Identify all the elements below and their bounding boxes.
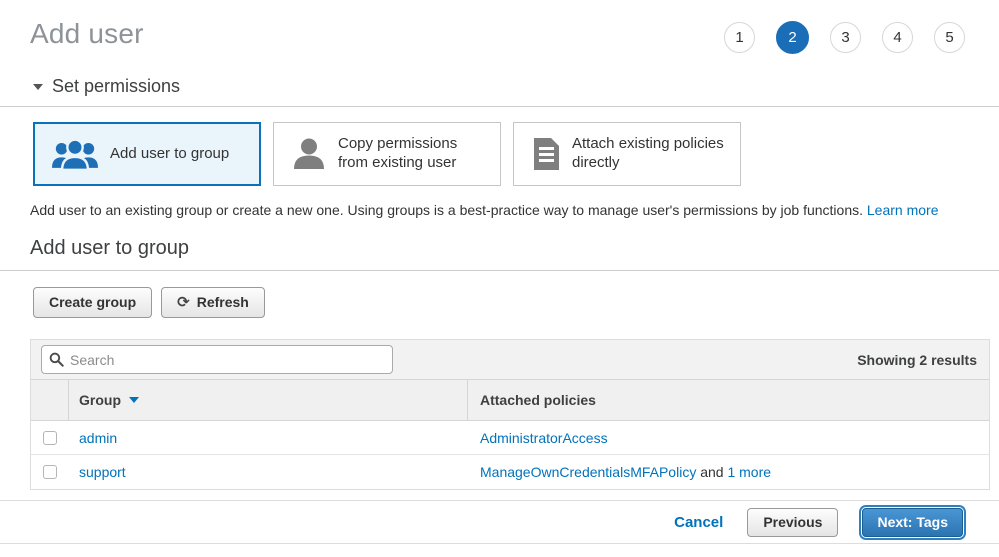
description-text: Add user to an existing group or create … [30, 202, 867, 218]
policies-column-header: Attached policies [468, 380, 989, 420]
policies-cell: ManageOwnCredentialsMFAPolicy and 1 more [468, 464, 989, 480]
search-box [41, 345, 393, 374]
policy-and-text: and [696, 464, 727, 480]
add-user-wizard: Add user 1 2 3 4 5 Set permissions [0, 0, 999, 544]
group-link[interactable]: support [79, 464, 126, 480]
permission-card-label: Copy permissions from existing user [338, 135, 488, 173]
refresh-button[interactable]: ⟳ Refresh [161, 287, 265, 318]
table-row-admin: admin AdministratorAccess [31, 421, 989, 455]
table-header-row: Group Attached policies [31, 380, 989, 421]
permission-card-label: Attach existing policies directly [572, 135, 728, 173]
policy-link[interactable]: ManageOwnCredentialsMFAPolicy [480, 464, 696, 480]
checkbox-cell [31, 465, 69, 479]
sort-descending-icon [129, 397, 139, 403]
groups-grid: Group Attached policies admin Administra… [30, 379, 990, 490]
group-cell: admin [69, 430, 468, 446]
group-section-title: Add user to group [0, 237, 999, 260]
collapse-triangle-icon [33, 84, 43, 90]
step-4: 4 [882, 22, 913, 53]
group-table: Showing 2 results Group Attached policie… [30, 339, 990, 490]
previous-button[interactable]: Previous [747, 508, 838, 537]
select-all-header-cell [31, 380, 69, 420]
group-cell: support [69, 464, 468, 480]
set-permissions-header[interactable]: Set permissions [0, 76, 999, 97]
step-indicator: 1 2 3 4 5 [724, 22, 965, 54]
policies-column-label: Attached policies [480, 392, 596, 408]
learn-more-link[interactable]: Learn more [867, 202, 939, 218]
policy-more-link[interactable]: 1 more [727, 464, 771, 480]
row-checkbox[interactable] [43, 431, 57, 445]
user-icon [292, 137, 326, 171]
group-toolbar: Create group ⟳ Refresh [0, 287, 999, 318]
next-tags-button[interactable]: Next: Tags [862, 508, 963, 537]
cancel-button[interactable]: Cancel [674, 514, 723, 531]
results-count: Showing 2 results [857, 352, 977, 368]
permission-option-cards: Add user to group Copy permissions from … [0, 122, 999, 186]
refresh-icon: ⟳ [177, 293, 190, 311]
set-permissions-label: Set permissions [52, 76, 180, 97]
permission-card-copy-permissions[interactable]: Copy permissions from existing user [273, 122, 501, 186]
search-icon [49, 352, 64, 372]
step-3: 3 [830, 22, 861, 53]
create-group-button[interactable]: Create group [33, 287, 152, 318]
user-group-icon [52, 138, 98, 171]
step-5: 5 [934, 22, 965, 53]
step-2-active: 2 [776, 21, 809, 54]
document-icon [532, 137, 560, 171]
divider [0, 106, 999, 107]
policies-cell: AdministratorAccess [468, 430, 989, 446]
table-filter-bar: Showing 2 results [30, 339, 990, 379]
group-column-label: Group [79, 392, 121, 408]
group-link[interactable]: admin [79, 430, 117, 446]
row-checkbox[interactable] [43, 465, 57, 479]
table-row-support: support ManageOwnCredentialsMFAPolicy an… [31, 455, 989, 489]
search-input[interactable] [41, 345, 393, 374]
wizard-footer: Cancel Previous Next: Tags [0, 500, 999, 544]
permissions-description: Add user to an existing group or create … [0, 202, 999, 218]
permission-card-add-user-to-group[interactable]: Add user to group [33, 122, 261, 186]
permission-card-label: Add user to group [110, 145, 229, 164]
divider [0, 270, 999, 271]
wizard-header: Add user 1 2 3 4 5 [0, 18, 999, 54]
page-title: Add user [30, 18, 144, 50]
refresh-label: Refresh [197, 294, 249, 310]
group-column-header[interactable]: Group [69, 380, 468, 420]
checkbox-cell [31, 431, 69, 445]
policy-link[interactable]: AdministratorAccess [480, 430, 608, 446]
permission-card-attach-policies[interactable]: Attach existing policies directly [513, 122, 741, 186]
step-1: 1 [724, 22, 755, 53]
